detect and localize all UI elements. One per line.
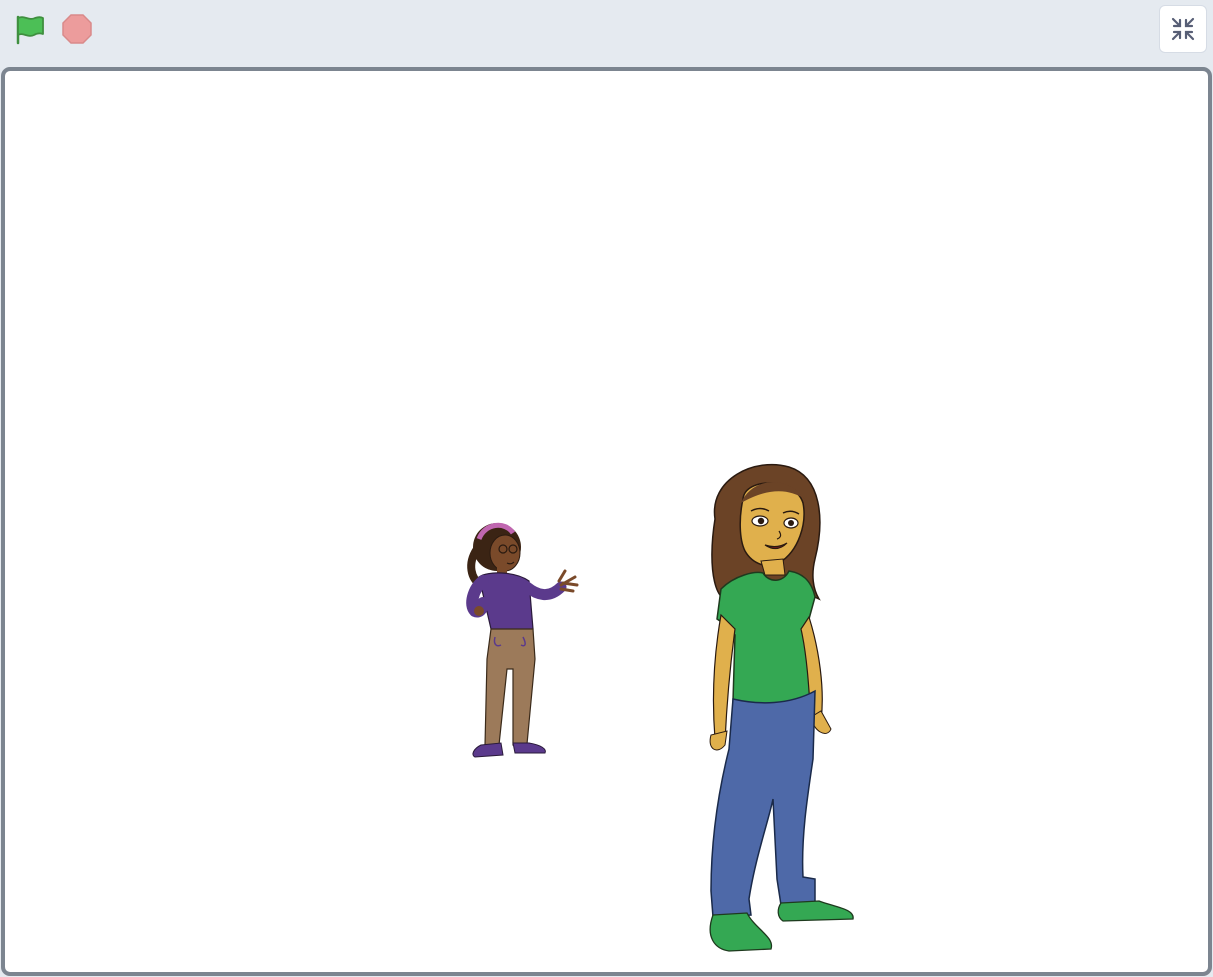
stage-toolbar — [0, 0, 1213, 62]
stage[interactable] — [1, 67, 1212, 976]
green-flag-icon — [16, 15, 44, 45]
green-flag-button[interactable] — [10, 10, 48, 48]
sprite-girl-green-shirt[interactable] — [685, 459, 865, 971]
stop-button[interactable] — [58, 10, 96, 48]
sprite-girl-purple-shirt[interactable] — [457, 519, 597, 769]
stop-icon — [62, 14, 92, 44]
unfullscreen-icon — [1171, 17, 1195, 41]
unfullscreen-button[interactable] — [1159, 5, 1207, 53]
